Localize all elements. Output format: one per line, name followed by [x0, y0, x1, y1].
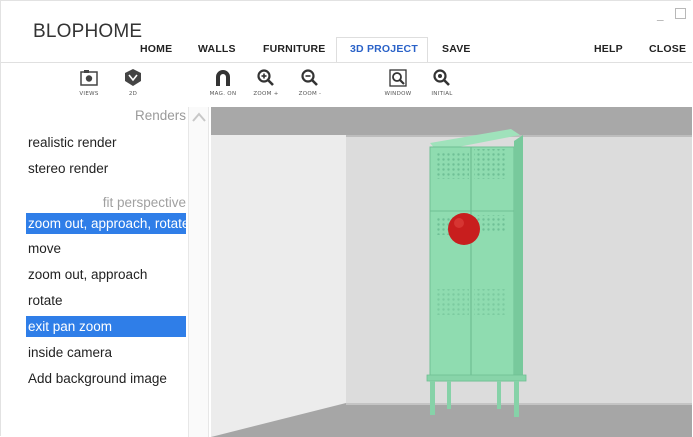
zoom-window-label: WINDOW	[384, 91, 412, 97]
chevron-up-icon[interactable]	[192, 111, 206, 123]
views-button[interactable]: VIEWS	[67, 67, 111, 105]
magnet-label: MAG. ON	[209, 91, 237, 97]
plan-2d-icon	[125, 69, 141, 86]
maximize-button[interactable]	[675, 8, 686, 19]
sidebar-item-exit-pan-zoom[interactable]: exit pan zoom	[26, 316, 186, 337]
view-2d-button[interactable]: 2D	[111, 67, 155, 105]
zoom-initial-icon	[433, 69, 450, 86]
sidebar-item-zoom-approach[interactable]: zoom out, approach	[26, 264, 186, 285]
camera-icon	[80, 70, 98, 86]
zoom-initial-label: INITIAL	[431, 91, 453, 97]
sidebar-scrollbar[interactable]	[188, 107, 209, 437]
sidebar-item-stereo-render[interactable]: stereo render	[26, 158, 186, 179]
cabinet-model	[426, 129, 527, 417]
nav-3d-project[interactable]: 3D PROJECT	[350, 43, 418, 55]
zoom-window-button[interactable]: WINDOW	[376, 67, 420, 105]
sidebar-item-add-background[interactable]: Add background image	[26, 368, 186, 389]
sidebar-item-move[interactable]: move	[26, 238, 186, 259]
sidebar: Renders realistic render stereo render f…	[26, 107, 188, 437]
3d-viewport[interactable]	[211, 107, 692, 437]
nav-home[interactable]: HOME	[140, 43, 172, 55]
3d-scene	[211, 107, 692, 437]
renders-header: Renders	[134, 108, 186, 123]
magnet-button[interactable]: MAG. ON	[201, 67, 245, 105]
view-2d-label: 2D	[128, 91, 138, 97]
nav-furniture[interactable]: FURNITURE	[263, 43, 325, 55]
fit-perspective-header: fit perspective	[102, 195, 186, 210]
zoom-initial-button[interactable]: INITIAL	[420, 67, 464, 105]
app-title: BLOPHOME	[33, 21, 143, 42]
nav-close[interactable]: CLOSE	[649, 43, 686, 55]
zoom-window-icon	[389, 69, 407, 87]
nav-divider	[1, 62, 692, 63]
nav-save[interactable]: SAVE	[442, 43, 471, 55]
minimize-button[interactable]: _	[657, 7, 664, 22]
zoom-out-icon	[301, 69, 318, 86]
sidebar-item-rotate[interactable]: rotate	[26, 290, 186, 311]
zoom-out-button[interactable]: ZOOM -	[288, 67, 332, 105]
nav-help[interactable]: HELP	[594, 43, 623, 55]
magnet-icon	[216, 70, 230, 86]
zoom-out-label: ZOOM -	[298, 91, 322, 97]
zoom-in-icon	[257, 69, 274, 86]
ceiling	[211, 107, 692, 135]
app-window: BLOPHOME _ HOME WALLS FURNITURE 3D PROJE…	[0, 0, 692, 437]
sidebar-item-inside-camera[interactable]: inside camera	[26, 342, 186, 363]
nav-walls[interactable]: WALLS	[198, 43, 236, 55]
zoom-in-label: ZOOM +	[253, 91, 279, 97]
views-label: VIEWS	[79, 91, 99, 97]
camera-marker[interactable]	[448, 213, 480, 245]
zoom-in-button[interactable]: ZOOM +	[244, 67, 288, 105]
sidebar-item-zoom-approach-rotate[interactable]: zoom out, approach, rotate	[26, 213, 186, 234]
left-wall	[211, 135, 346, 437]
sidebar-item-realistic-render[interactable]: realistic render	[26, 132, 186, 153]
